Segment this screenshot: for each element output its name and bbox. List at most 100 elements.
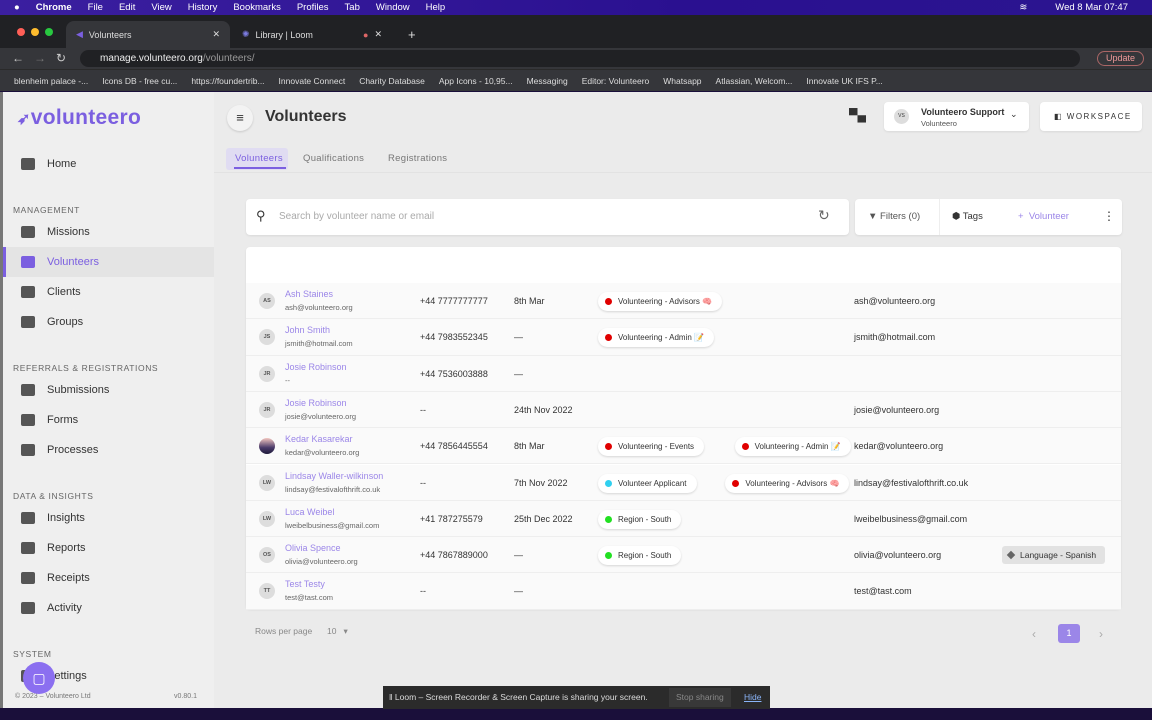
volunteer-name-link[interactable]: Lindsay Waller-wilkinson [285,471,383,481]
volunteer-name-link[interactable]: Olivia Spence [285,543,341,553]
next-page-icon[interactable]: › [1099,627,1103,641]
rows-per-page-select[interactable]: 10 ▾ [327,626,348,637]
sidebar-item-insights[interactable]: Insights [3,503,214,533]
group-chip[interactable]: Volunteering - Advisors 🧠 [725,473,850,493]
sidebar-item-receipts[interactable]: Receipts [3,563,214,593]
sidebar-item-submissions[interactable]: Submissions [3,375,214,405]
table-row[interactable]: JS John Smith jsmith@hotmail.com +44 798355… [246,319,1121,356]
clock[interactable]: Wed 8 Mar 07:47 [1055,2,1128,13]
menu-profiles[interactable]: Profiles [297,2,329,13]
tab-registrations[interactable]: Registrations [388,153,447,164]
group-chip[interactable]: Region - South [598,509,682,529]
volunteero-logo[interactable]: ➶volunteero [17,106,141,130]
volunteer-name-link[interactable]: Test Testy [285,579,325,589]
bookmark-item[interactable]: Editor: Volunteero [582,76,650,86]
hide-button[interactable]: Hide [744,686,761,709]
minimize-window-button[interactable] [31,28,39,36]
filters-button[interactable]: ▼ Filters (0) [868,211,920,222]
refresh-icon[interactable]: ↻ [818,207,830,224]
group-chip[interactable]: Volunteering - Events [598,437,705,457]
table-row[interactable]: AS Ash Staines ash@volunteero.org +44 77777… [246,283,1121,320]
menu-history[interactable]: History [188,2,218,13]
update-button[interactable]: Update [1097,51,1145,66]
close-window-button[interactable] [17,28,25,36]
sidebar-item-processes[interactable]: Processes [3,435,214,465]
sidebar-item-volunteers[interactable]: Volunteers [3,247,214,277]
close-tab-icon[interactable]: ✕ [212,29,220,40]
search-box[interactable]: ⚲ Search by volunteer name or email ↻ [246,199,849,235]
bookmark-item[interactable]: Whatsapp [663,76,701,86]
close-tab-icon[interactable]: ✕ [374,29,382,40]
volunteer-name-link[interactable]: Luca Weibel [285,507,334,517]
table-row[interactable]: JR Josie Robinson -- +44 7536003888 — [246,355,1121,392]
back-icon[interactable]: ← [12,51,24,65]
apple-icon[interactable]: ● [14,2,20,13]
sidebar-item-activity[interactable]: Activity [3,593,214,623]
volunteer-name-link[interactable]: Ash Staines [285,289,333,299]
menu-view[interactable]: View [151,2,171,13]
new-tab-button[interactable]: + [398,21,426,48]
zoom-window-button[interactable] [45,28,53,36]
tab-loom[interactable]: ✺ Library | Loom ● ✕ [232,21,392,48]
bookmark-item[interactable]: https://foundertrib... [191,76,264,86]
chat-widget-button[interactable]: ▢ [23,662,55,694]
menu-toggle-button[interactable]: ≡ [227,105,253,131]
bookmark-item[interactable]: Messaging [527,76,568,86]
table-row[interactable]: Kedar Kasarekar kedar@volunteero.org +44 7… [246,428,1121,465]
search-input[interactable]: Search by volunteer name or email [279,211,434,222]
group-chip[interactable]: Volunteering - Advisors 🧠 [598,292,723,311]
more-options-icon[interactable]: ⋮ [1103,209,1115,223]
account-switcher[interactable]: VS Volunteero Support Volunteero ⌄ [884,102,1029,131]
menu-tab[interactable]: Tab [345,2,360,13]
stop-sharing-button[interactable]: Stop sharing [669,688,731,707]
sidebar-item-forms[interactable]: Forms [3,405,214,435]
table-row[interactable]: OS Olivia Spence olivia@volunteero.org +44 … [246,537,1121,574]
group-chip[interactable]: Volunteer Applicant [598,473,697,493]
sidebar-item-clients[interactable]: Clients [3,277,214,307]
menu-edit[interactable]: Edit [119,2,135,13]
tab-qualifications[interactable]: Qualifications [303,153,364,164]
add-volunteer-button[interactable]: + Volunteer [1018,211,1069,222]
volunteer-name-link[interactable]: Josie Robinson [285,398,347,408]
bookmark-item[interactable]: Innovate UK IFS P... [806,76,882,86]
table-row[interactable]: LW Lindsay Waller-wilkinson lindsay@festiv… [246,464,1121,501]
tags-button[interactable]: ⬢ Tags [952,211,983,222]
volunteer-name-link[interactable]: John Smith [285,325,330,335]
table-row[interactable]: TT Test Testy test@tast.com -- — test@tast.co… [246,573,1121,610]
sidebar-item-home[interactable]: Home [3,149,214,179]
menu-bookmarks[interactable]: Bookmarks [233,2,281,13]
group-chip[interactable]: Region - South [598,546,682,566]
menu-app[interactable]: Chrome [36,2,72,13]
chat-icon[interactable]: ▀▄ [849,108,866,122]
tab-volunteers[interactable]: ◀ Volunteers ✕ [66,21,230,48]
bookmark-item[interactable]: Icons DB - free cu... [102,76,177,86]
group-chip[interactable]: Volunteering - Admin 📝 [598,328,715,348]
workspace-button[interactable]: ◧ WORKSPACE [1040,102,1142,131]
volunteer-name-link[interactable]: Josie Robinson [285,362,347,372]
tab-volunteers[interactable]: Volunteers [235,153,283,164]
tag-chip[interactable]: Language - Spanish [1002,546,1106,565]
wifi-icon[interactable]: ≋ [1019,2,1027,13]
bookmark-item[interactable]: App Icons - 10,95... [439,76,513,86]
reload-icon[interactable]: ↻ [56,51,66,65]
menu-file[interactable]: File [88,2,103,13]
page-1-button[interactable]: 1 [1058,624,1080,643]
pause-icon[interactable]: ‖ [389,692,393,702]
sidebar-item-missions[interactable]: Missions [3,217,214,247]
submissions-icon [21,384,35,396]
table-row[interactable]: JR Josie Robinson josie@volunteero.org -- 24… [246,391,1121,429]
prev-page-icon[interactable]: ‹ [1032,627,1036,641]
bookmark-item[interactable]: Innovate Connect [279,76,346,86]
bookmark-item[interactable]: Atlassian, Welcom... [716,76,793,86]
menu-window[interactable]: Window [376,2,410,13]
group-chip[interactable]: Volunteering - Admin 📝 [734,437,851,457]
menu-help[interactable]: Help [426,2,446,13]
bookmark-item[interactable]: Charity Database [359,76,425,86]
address-bar[interactable]: manage.volunteero.org/volunteers/ [80,50,1080,67]
sidebar-item-reports[interactable]: Reports [3,533,214,563]
sidebar-item-groups[interactable]: Groups [3,307,214,337]
forward-icon[interactable]: → [34,51,46,65]
volunteer-name-link[interactable]: Kedar Kasarekar [285,434,353,444]
table-row[interactable]: LW Luca Weibel lweibelbusiness@gmail.com +4… [246,500,1121,538]
bookmark-item[interactable]: blenheim palace -... [14,76,88,86]
